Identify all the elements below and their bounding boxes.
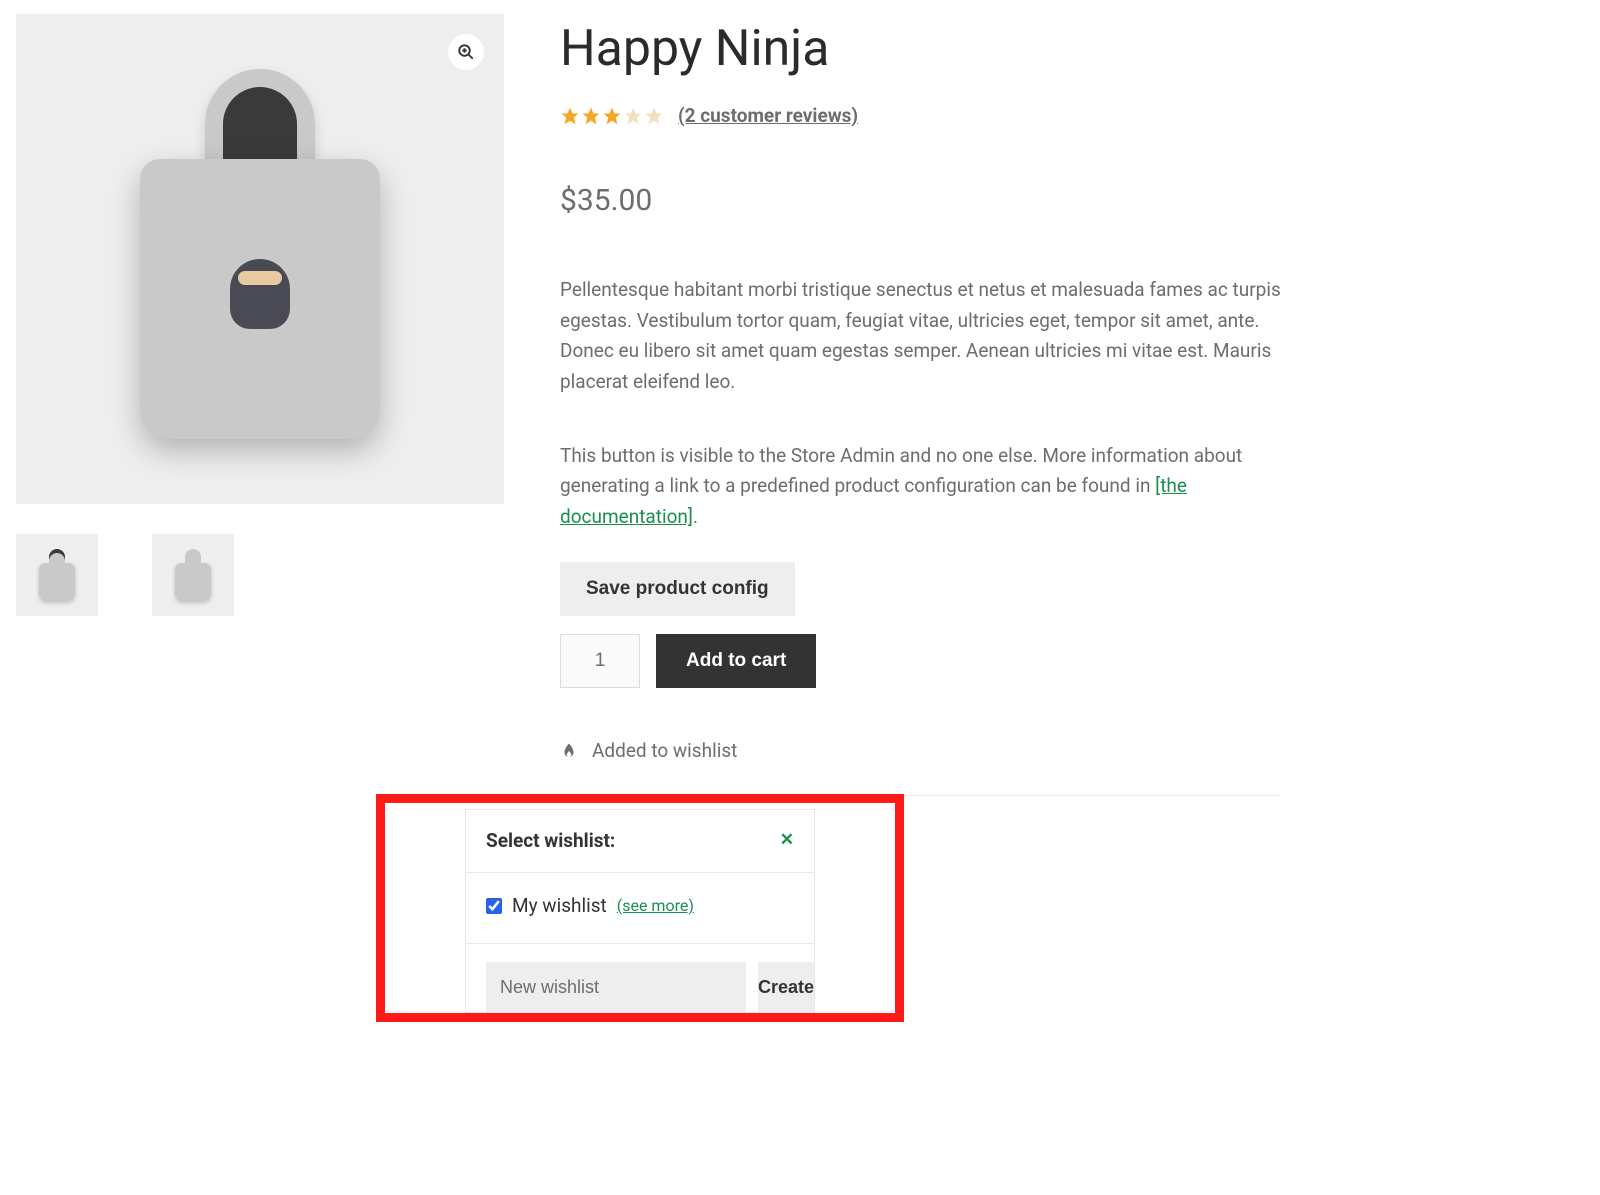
product-page: Happy Ninja (2 customer reviews) $35.00 …	[16, 14, 1281, 1022]
thumbnail-front[interactable]	[16, 534, 98, 616]
product-info: Happy Ninja (2 customer reviews) $35.00 …	[560, 14, 1281, 1022]
panel-title: Select wishlist:	[486, 826, 615, 856]
close-icon[interactable]: ✕	[780, 827, 794, 854]
new-wishlist-input[interactable]	[486, 962, 746, 1012]
flame-icon	[560, 741, 578, 761]
star-icon	[581, 106, 601, 126]
wishlist-checkbox[interactable]	[486, 898, 502, 914]
star-icon	[560, 106, 580, 126]
cart-row: Add to cart	[560, 634, 1281, 688]
star-icon	[623, 106, 643, 126]
admin-note-text: This button is visible to the Store Admi…	[560, 444, 1242, 497]
wishlist-status-text: Added to wishlist	[592, 736, 737, 766]
product-description: Pellentesque habitant morbi tristique se…	[560, 275, 1281, 397]
select-wishlist-panel: Select wishlist: ✕ My wishlist (see more…	[465, 809, 815, 1014]
panel-header: Select wishlist: ✕	[466, 810, 814, 873]
see-more-link[interactable]: (see more)	[617, 893, 694, 919]
star-icon	[602, 106, 622, 126]
product-price: $35.00	[560, 177, 1281, 225]
save-product-config-button[interactable]: Save product config	[560, 562, 795, 616]
panel-body: My wishlist (see more)	[466, 873, 814, 943]
thumbnail-row	[16, 534, 504, 616]
add-to-cart-button[interactable]: Add to cart	[656, 634, 816, 688]
main-image[interactable]	[16, 14, 504, 504]
wishlist-status-row[interactable]: Added to wishlist	[560, 736, 1281, 766]
thumbnail-back[interactable]	[152, 534, 234, 616]
quantity-input[interactable]	[560, 634, 640, 688]
admin-note-tail: .	[693, 505, 698, 528]
select-wishlist-highlight: Select wishlist: ✕ My wishlist (see more…	[376, 794, 904, 1023]
wishlist-name: My wishlist	[512, 891, 607, 921]
rating-row: (2 customer reviews)	[560, 101, 1281, 131]
create-wishlist-button[interactable]: Create	[758, 962, 814, 1012]
zoom-icon[interactable]	[448, 34, 484, 70]
product-image-hoodie	[120, 59, 400, 459]
panel-footer: Create	[466, 943, 814, 1012]
product-title: Happy Ninja	[560, 22, 1281, 77]
star-rating	[560, 106, 664, 126]
star-icon	[644, 106, 664, 126]
admin-note: This button is visible to the Store Admi…	[560, 441, 1281, 532]
reviews-link[interactable]: (2 customer reviews)	[678, 101, 858, 131]
